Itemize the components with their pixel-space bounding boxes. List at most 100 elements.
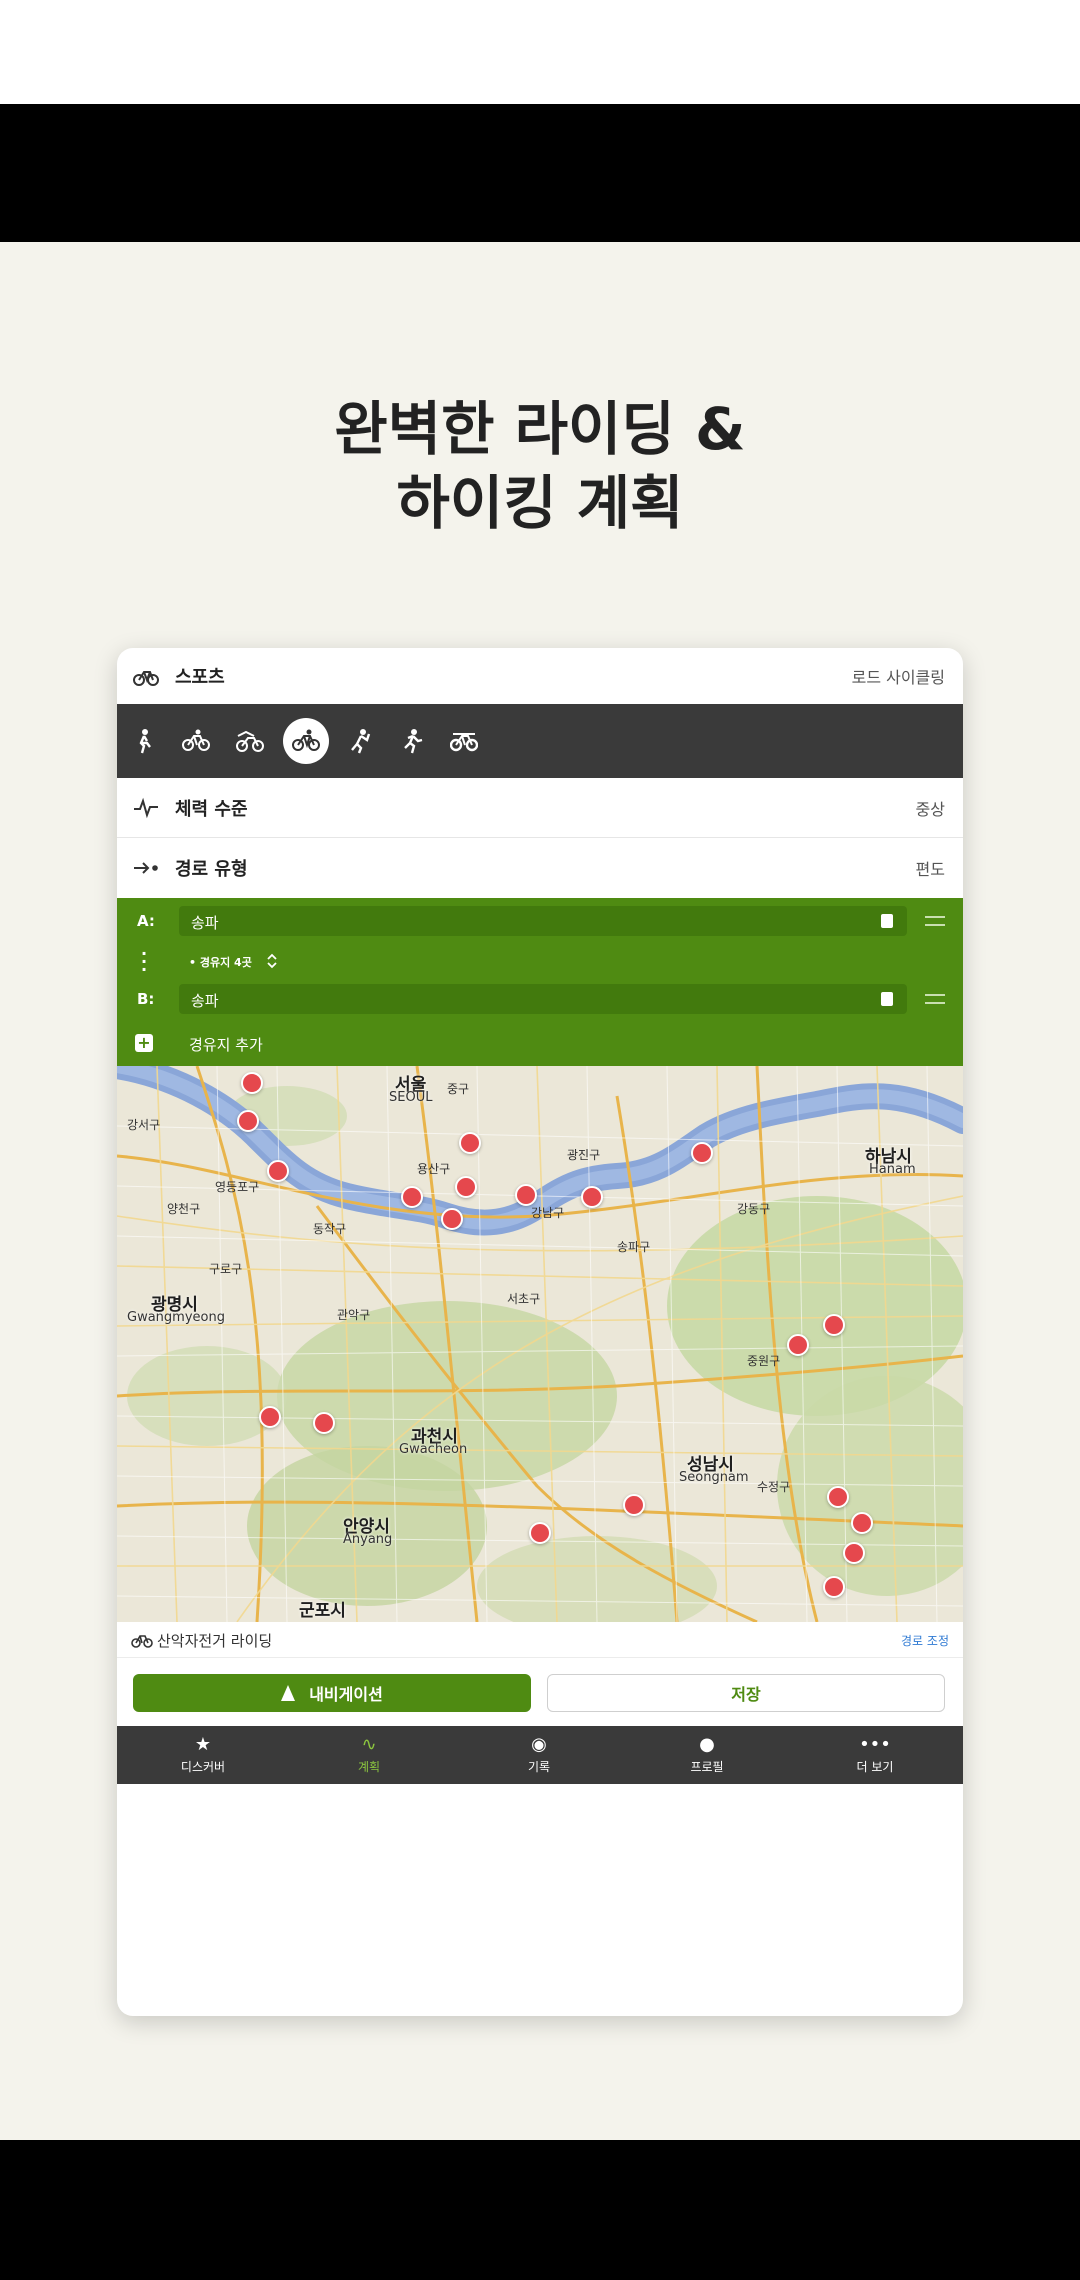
map-label-gangnamgu: 강남구 (531, 1206, 565, 1220)
person-icon: ● (699, 1733, 715, 1755)
tab-plan[interactable]: ∿ 계획 (309, 1732, 429, 1775)
tab-discover[interactable]: ★ 디스커버 (143, 1732, 263, 1775)
save-button[interactable]: 저장 (547, 1674, 945, 1712)
bike-marker[interactable] (313, 1412, 335, 1434)
bike-marker[interactable] (581, 1186, 603, 1208)
bike-marker[interactable] (515, 1184, 537, 1206)
headline-line-1: 완벽한 라이딩 & (334, 395, 746, 463)
planner-card: 스포츠 로드 사이클링 체력 수준 중상 경로 유형 편도 A: 송파 · · … (117, 648, 963, 2016)
arrow-right-dot-icon (134, 862, 158, 874)
bike-marker[interactable] (259, 1406, 281, 1428)
bike-marker[interactable] (441, 1208, 463, 1230)
bike-marker[interactable] (851, 1512, 873, 1534)
bike-icon (131, 1635, 153, 1648)
add-waypoint-button[interactable]: + 경유지 추가 (117, 1024, 963, 1062)
map-label-sujeong: 수정구 (757, 1480, 791, 1494)
route-type-row[interactable]: 경로 유형 편도 (117, 838, 963, 898)
bike-icon[interactable] (173, 718, 219, 764)
tab-more[interactable]: ••• 더 보기 (815, 1732, 935, 1775)
waypoint-b-value: 송파 (191, 992, 219, 1010)
adjust-route-link[interactable]: 경로 조정 (901, 1632, 949, 1649)
bike-marker[interactable] (529, 1522, 551, 1544)
waypoint-b-field[interactable]: 송파 (179, 984, 907, 1014)
fitness-level-row[interactable]: 체력 수준 중상 (117, 778, 963, 838)
route-summary-label: 산악자전거 라이딩 (157, 1632, 273, 1650)
sport-label: 스포츠 (175, 667, 225, 688)
waypoint-a-key: A: (137, 912, 155, 930)
save-button-label: 저장 (731, 1685, 761, 1704)
sport-row[interactable]: 스포츠 로드 사이클링 (117, 648, 963, 704)
bike-marker[interactable] (455, 1176, 477, 1198)
map-label-gangdonggu: 강동구 (737, 1202, 771, 1216)
running-icon[interactable] (389, 718, 435, 764)
bike-marker[interactable] (843, 1542, 865, 1564)
fitness-label: 체력 수준 (175, 798, 248, 820)
map-label-gwacheon-en: Gwacheon (399, 1442, 468, 1457)
tab-label: 프로필 (690, 1760, 724, 1774)
waypoints-panel: A: 송파 · · · • 경유지 4곳 B: 송파 + 경유지 추가 (117, 898, 963, 1066)
bike-marker[interactable] (237, 1110, 259, 1132)
mountaineering-icon[interactable] (337, 718, 383, 764)
route-type-label: 경로 유형 (175, 859, 248, 880)
more-vertical-icon: · · · (141, 944, 148, 979)
activity-selector (117, 704, 963, 778)
bike-marker[interactable] (241, 1072, 263, 1094)
tab-record[interactable]: ◉ 기록 (479, 1732, 599, 1775)
navigation-button[interactable]: 내비게이션 (133, 1674, 531, 1712)
bike-marker[interactable] (623, 1494, 645, 1516)
trash-icon[interactable] (881, 992, 893, 1006)
map-label-yangcheon: 양천구 (167, 1202, 201, 1216)
bike-marker[interactable] (267, 1160, 289, 1182)
map-label-gwanak: 관악구 (337, 1308, 371, 1322)
hiking-icon[interactable] (121, 718, 167, 764)
map-label-anyang-en: Anyang (343, 1532, 393, 1547)
tab-label: 기록 (527, 1760, 551, 1774)
bike-marker[interactable] (827, 1486, 849, 1508)
action-buttons: 내비게이션 저장 (117, 1658, 963, 1726)
bike-marker[interactable] (823, 1576, 845, 1598)
promo-headline: 완벽한 라이딩 & 하이킹 계획 (0, 392, 1080, 540)
route-summary-bar: 산악자전거 라이딩 경로 조정 (117, 1622, 963, 1658)
tab-profile[interactable]: ● 프로필 (647, 1732, 767, 1775)
map-view[interactable]: 서울 SEOUL 하남시 Hanam 광명시 Gwangmyeong 과천시 G… (117, 1066, 963, 1622)
bike-marker[interactable] (401, 1186, 423, 1208)
top-letterbox (0, 104, 1080, 242)
bike-marker[interactable] (459, 1132, 481, 1154)
headline-line-2: 하이킹 계획 (396, 469, 684, 537)
fitness-value: 중상 (915, 799, 945, 819)
waypoint-b: B: 송파 (117, 980, 963, 1018)
map-label-guro: 구로구 (209, 1262, 243, 1276)
drag-handle-icon[interactable] (925, 916, 945, 926)
star-icon: ★ (194, 1733, 212, 1755)
via-count: • 경유지 4곳 (189, 956, 252, 969)
road-bike-icon[interactable] (283, 718, 329, 764)
bike-marker[interactable] (787, 1334, 809, 1356)
waypoint-a-field[interactable]: 송파 (179, 906, 907, 936)
drag-handle-icon[interactable] (925, 994, 945, 1004)
bike-marker[interactable] (691, 1142, 713, 1164)
map-label-gunpo: 군포시 (299, 1601, 346, 1621)
trash-icon[interactable] (881, 914, 893, 928)
map-label-hanam-en: Hanam (869, 1162, 916, 1177)
pulse-icon (134, 797, 158, 819)
bike-marker[interactable] (823, 1314, 845, 1336)
waypoint-a: A: 송파 (117, 902, 963, 940)
promo-screen: 완벽한 라이딩 & 하이킹 계획 스포츠 로드 사이클링 체력 수준 중상 경로… (0, 242, 1080, 2140)
map-label-seongnam-en: Seongnam (679, 1470, 749, 1485)
record-icon: ◉ (531, 1733, 547, 1755)
mtb-icon[interactable] (227, 718, 273, 764)
navigation-arrow-icon (281, 1685, 296, 1701)
gravel-bike-icon[interactable] (441, 718, 487, 764)
via-waypoints[interactable]: · · · • 경유지 4곳 (117, 942, 963, 980)
map-label-songpagu: 송파구 (617, 1240, 651, 1254)
tab-label: 더 보기 (856, 1760, 894, 1774)
map-label-yeongdeungpo: 영등포구 (215, 1180, 260, 1194)
bottom-tab-bar: ★ 디스커버 ∿ 계획 ◉ 기록 ● 프로필 ••• 더 보기 (117, 1726, 963, 1784)
bike-icon (133, 671, 159, 686)
plus-icon: + (135, 1034, 153, 1052)
map-label-yongsangu: 용산구 (417, 1162, 451, 1176)
more-horizontal-icon: ••• (859, 1733, 891, 1755)
tab-label: 계획 (357, 1760, 381, 1774)
expand-icon (267, 953, 277, 969)
map-label-seoul-en: SEOUL (389, 1090, 433, 1105)
